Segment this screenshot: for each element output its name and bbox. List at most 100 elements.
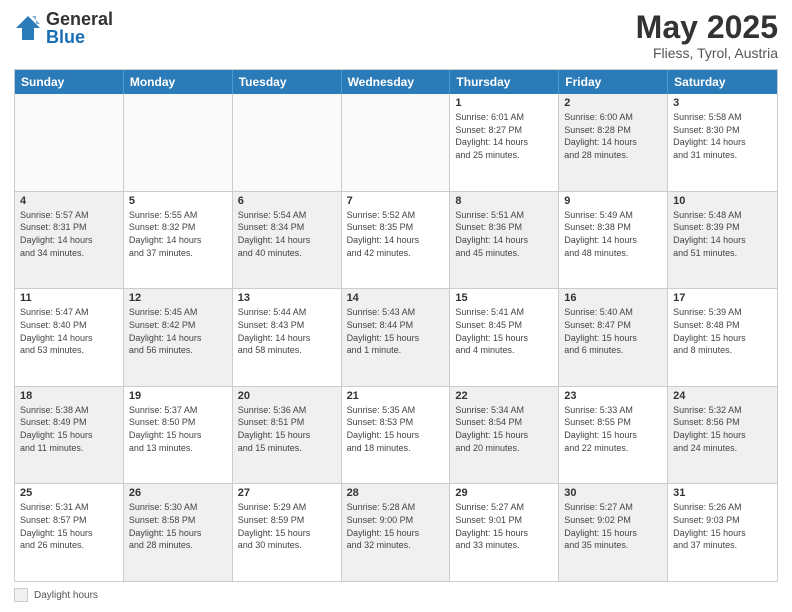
calendar-cell: 25 Sunrise: 5:31 AM Sunset: 8:57 PM Dayli… [15,484,124,581]
cal-header-cell: Friday [559,70,668,94]
calendar-cell: 17Sunrise: 5:39 AM Sunset: 8:48 PM Dayli… [668,289,777,386]
day-info: Sunrise: 5:28 AM Sunset: 9:00 PM Dayligh… [347,501,445,551]
day-info: Sunrise: 5:34 AM Sunset: 8:54 PM Dayligh… [455,404,553,454]
calendar-cell: 4 Sunrise: 5:57 AM Sunset: 8:31 PM Daylig… [15,192,124,289]
calendar: SundayMondayTuesdayWednesdayThursdayFrid… [14,69,778,582]
calendar-cell: 10 Sunrise: 5:48 AM Sunset: 8:39 PM Dayli… [668,192,777,289]
logo-general: General [46,10,113,28]
day-info: Sunrise: 5:26 AM Sunset: 9:03 PM Dayligh… [673,501,772,551]
day-number: 2 [564,97,662,109]
calendar-row: 1 Sunrise: 6:01 AM Sunset: 8:27 PM Daylig… [15,94,777,191]
legend-box [14,588,28,602]
day-number: 1 [455,97,553,109]
calendar-cell: 20Sunrise: 5:36 AM Sunset: 8:51 PM Dayli… [233,387,342,484]
day-number: 19 [129,390,227,402]
day-info: Sunrise: 6:00 AM Sunset: 8:28 PM Dayligh… [564,111,662,161]
day-info: Sunrise: 5:38 AM Sunset: 8:49 PM Dayligh… [20,404,118,454]
legend: Daylight hours [14,588,778,602]
day-info: Sunrise: 5:40 AM Sunset: 8:47 PM Dayligh… [564,306,662,356]
day-number: 20 [238,390,336,402]
calendar-cell: 18 Sunrise: 5:38 AM Sunset: 8:49 PM Dayli… [15,387,124,484]
calendar-cell: 6 Sunrise: 5:54 AM Sunset: 8:34 PM Daylig… [233,192,342,289]
day-number: 26 [129,487,227,499]
page: General Blue May 2025 Fliess, Tyrol, Aus… [0,0,792,612]
day-number: 18 [20,390,118,402]
calendar-cell: 19 Sunrise: 5:37 AM Sunset: 8:50 PM Dayli… [124,387,233,484]
day-number: 13 [238,292,336,304]
calendar-cell: 14 Sunrise: 5:43 AM Sunset: 8:44 PM Dayli… [342,289,451,386]
day-info: Sunrise: 5:51 AM Sunset: 8:36 PM Dayligh… [455,209,553,259]
calendar-cell [124,94,233,191]
day-info: Sunrise: 5:41 AM Sunset: 8:45 PM Dayligh… [455,306,553,356]
cal-header-cell: Saturday [668,70,777,94]
day-info: Sunrise: 6:01 AM Sunset: 8:27 PM Dayligh… [455,111,553,161]
day-number: 24 [673,390,772,402]
calendar-cell: 15 Sunrise: 5:41 AM Sunset: 8:45 PM Dayli… [450,289,559,386]
day-info: Sunrise: 5:55 AM Sunset: 8:32 PM Dayligh… [129,209,227,259]
day-info: Sunrise: 5:52 AM Sunset: 8:35 PM Dayligh… [347,209,445,259]
day-number: 29 [455,487,553,499]
calendar-cell: 22 Sunrise: 5:34 AM Sunset: 8:54 PM Dayli… [450,387,559,484]
day-number: 15 [455,292,553,304]
day-info: Sunrise: 5:37 AM Sunset: 8:50 PM Dayligh… [129,404,227,454]
day-info: Sunrise: 5:49 AM Sunset: 8:38 PM Dayligh… [564,209,662,259]
header: General Blue May 2025 Fliess, Tyrol, Aus… [14,10,778,61]
day-info: Sunrise: 5:30 AM Sunset: 8:58 PM Dayligh… [129,501,227,551]
day-number: 11 [20,292,118,304]
logo-icon [14,14,42,42]
calendar-cell: 11 Sunrise: 5:47 AM Sunset: 8:40 PM Dayli… [15,289,124,386]
calendar-cell [233,94,342,191]
day-number: 22 [455,390,553,402]
day-info: Sunrise: 5:43 AM Sunset: 8:44 PM Dayligh… [347,306,445,356]
calendar-cell: 13 Sunrise: 5:44 AM Sunset: 8:43 PM Dayli… [233,289,342,386]
day-number: 25 [20,487,118,499]
day-number: 4 [20,195,118,207]
day-info: Sunrise: 5:35 AM Sunset: 8:53 PM Dayligh… [347,404,445,454]
day-number: 6 [238,195,336,207]
calendar-cell: 9Sunrise: 5:49 AM Sunset: 8:38 PM Daylig… [559,192,668,289]
day-info: Sunrise: 5:58 AM Sunset: 8:30 PM Dayligh… [673,111,772,161]
calendar-header: SundayMondayTuesdayWednesdayThursdayFrid… [15,70,777,94]
location: Fliess, Tyrol, Austria [636,45,778,61]
day-info: Sunrise: 5:31 AM Sunset: 8:57 PM Dayligh… [20,501,118,551]
calendar-cell [342,94,451,191]
month-title: May 2025 [636,10,778,45]
calendar-cell: 3Sunrise: 5:58 AM Sunset: 8:30 PM Daylig… [668,94,777,191]
day-number: 31 [673,487,772,499]
calendar-cell: 27Sunrise: 5:29 AM Sunset: 8:59 PM Dayli… [233,484,342,581]
day-info: Sunrise: 5:47 AM Sunset: 8:40 PM Dayligh… [20,306,118,356]
calendar-cell: 8Sunrise: 5:51 AM Sunset: 8:36 PM Daylig… [450,192,559,289]
day-info: Sunrise: 5:27 AM Sunset: 9:02 PM Dayligh… [564,501,662,551]
calendar-row: 4 Sunrise: 5:57 AM Sunset: 8:31 PM Daylig… [15,191,777,289]
calendar-cell [15,94,124,191]
day-info: Sunrise: 5:57 AM Sunset: 8:31 PM Dayligh… [20,209,118,259]
calendar-cell: 7Sunrise: 5:52 AM Sunset: 8:35 PM Daylig… [342,192,451,289]
day-number: 23 [564,390,662,402]
day-number: 10 [673,195,772,207]
calendar-cell: 12 Sunrise: 5:45 AM Sunset: 8:42 PM Dayli… [124,289,233,386]
cal-header-cell: Thursday [450,70,559,94]
day-info: Sunrise: 5:33 AM Sunset: 8:55 PM Dayligh… [564,404,662,454]
day-number: 17 [673,292,772,304]
calendar-cell: 28Sunrise: 5:28 AM Sunset: 9:00 PM Dayli… [342,484,451,581]
calendar-row: 18 Sunrise: 5:38 AM Sunset: 8:49 PM Dayli… [15,386,777,484]
logo-blue: Blue [46,28,113,46]
cal-header-cell: Tuesday [233,70,342,94]
day-number: 16 [564,292,662,304]
day-info: Sunrise: 5:32 AM Sunset: 8:56 PM Dayligh… [673,404,772,454]
day-info: Sunrise: 5:44 AM Sunset: 8:43 PM Dayligh… [238,306,336,356]
calendar-cell: 23 Sunrise: 5:33 AM Sunset: 8:55 PM Dayli… [559,387,668,484]
day-info: Sunrise: 5:27 AM Sunset: 9:01 PM Dayligh… [455,501,553,551]
day-number: 12 [129,292,227,304]
day-info: Sunrise: 5:29 AM Sunset: 8:59 PM Dayligh… [238,501,336,551]
calendar-cell: 31 Sunrise: 5:26 AM Sunset: 9:03 PM Dayli… [668,484,777,581]
day-number: 14 [347,292,445,304]
calendar-cell: 24 Sunrise: 5:32 AM Sunset: 8:56 PM Dayli… [668,387,777,484]
legend-label: Daylight hours [34,590,98,601]
cal-header-cell: Sunday [15,70,124,94]
day-info: Sunrise: 5:45 AM Sunset: 8:42 PM Dayligh… [129,306,227,356]
day-info: Sunrise: 5:54 AM Sunset: 8:34 PM Dayligh… [238,209,336,259]
day-info: Sunrise: 5:48 AM Sunset: 8:39 PM Dayligh… [673,209,772,259]
calendar-cell: 16 Sunrise: 5:40 AM Sunset: 8:47 PM Dayli… [559,289,668,386]
logo-text: General Blue [46,10,113,46]
